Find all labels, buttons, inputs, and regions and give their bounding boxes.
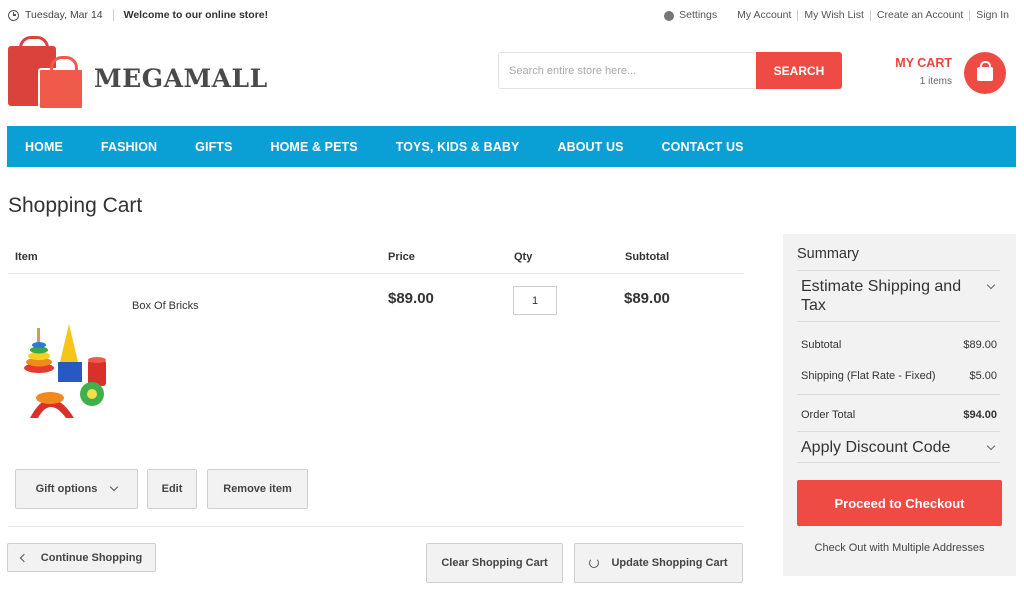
nav-toys-kids-baby[interactable]: TOYS, KIDS & BABY — [396, 140, 520, 154]
cart-button[interactable] — [964, 52, 1006, 94]
subtotal-label: Subtotal — [801, 339, 842, 351]
gift-options-label: Gift options — [35, 483, 98, 495]
cart-table-header: Item Price Qty Subtotal — [8, 244, 744, 274]
update-shopping-cart-button[interactable]: Update Shopping Cart — [574, 543, 743, 583]
cart-divider — [8, 526, 744, 527]
nav-home-pets[interactable]: HOME & PETS — [270, 140, 357, 154]
summary-subtotal-row: Subtotal $89.00 — [801, 339, 997, 351]
cart-count: 1 items — [919, 76, 952, 87]
summary-shipping-row: Shipping (Flat Rate - Fixed) $5.00 — [801, 370, 997, 382]
divider — [112, 9, 114, 21]
my-wish-list-link[interactable]: My Wish List — [798, 9, 870, 21]
summary-divider — [797, 394, 1000, 395]
nav-fashion[interactable]: FASHION — [101, 140, 157, 154]
subtotal-value: $89.00 — [963, 339, 997, 351]
summary-divider — [797, 321, 1000, 322]
remove-item-label: Remove item — [223, 483, 292, 495]
update-shopping-cart-label: Update Shopping Cart — [611, 557, 728, 569]
nav-contact-us[interactable]: CONTACT US — [662, 140, 744, 154]
top-bar: Tuesday, Mar 14 Welcome to our online st… — [0, 0, 1024, 32]
globe-icon — [664, 11, 675, 21]
create-account-link[interactable]: Create an Account — [871, 9, 969, 21]
mini-cart[interactable]: MY CART 1 items — [880, 52, 1010, 96]
edit-label: Edit — [161, 483, 183, 495]
estimate-shipping-title[interactable]: Estimate Shipping and Tax — [801, 277, 976, 315]
my-account-link[interactable]: My Account — [731, 9, 797, 21]
summary-divider — [797, 431, 1000, 432]
brand-name: MEGAMALL — [94, 64, 268, 93]
settings-label: Settings — [679, 9, 718, 21]
summary-divider — [797, 462, 1000, 463]
current-date: Tuesday, Mar 14 — [25, 9, 103, 21]
summary-title: Summary — [797, 246, 860, 262]
clear-shopping-cart-button[interactable]: Clear Shopping Cart — [426, 543, 563, 583]
top-bar-links: Settings My Account My Wish List Create … — [658, 9, 1015, 21]
nav-gifts[interactable]: GIFTS — [195, 140, 232, 154]
cart-item-name[interactable]: Box Of Bricks — [132, 300, 199, 312]
product-image[interactable] — [22, 320, 114, 420]
shopping-bag-icon — [38, 56, 84, 110]
nav-about-us[interactable]: ABOUT US — [557, 140, 623, 154]
apply-discount-title[interactable]: Apply Discount Code — [801, 438, 976, 457]
nav-home[interactable]: HOME — [25, 140, 63, 154]
order-total-label: Order Total — [801, 409, 856, 421]
shipping-label: Shipping (Flat Rate - Fixed) — [801, 370, 936, 382]
cart-item-price: $89.00 — [388, 290, 434, 307]
order-summary: Summary Estimate Shipping and Tax Subtot… — [783, 234, 1016, 576]
sign-in-link[interactable]: Sign In — [970, 9, 1015, 21]
continue-shopping-button[interactable]: Continue Shopping — [7, 543, 156, 572]
continue-shopping-label: Continue Shopping — [40, 551, 143, 564]
site-logo[interactable]: MEGAMALL — [8, 34, 268, 110]
settings-link[interactable]: Settings — [658, 9, 717, 21]
search-input[interactable] — [498, 52, 756, 89]
main-nav: HOME FASHION GIFTS HOME & PETS TOYS, KID… — [7, 126, 1016, 167]
column-header-price: Price — [388, 251, 415, 263]
top-bar-left: Tuesday, Mar 14 Welcome to our online st… — [8, 9, 268, 21]
chevron-down-icon[interactable] — [986, 441, 996, 451]
order-total-value: $94.00 — [963, 409, 997, 421]
column-header-subtotal: Subtotal — [625, 251, 669, 263]
welcome-message: Welcome to our online store! — [123, 9, 269, 21]
multiple-addresses-link[interactable]: Check Out with Multiple Addresses — [783, 542, 1016, 554]
shipping-value: $5.00 — [969, 370, 997, 382]
gift-options-button[interactable]: Gift options — [15, 469, 138, 509]
edit-button[interactable]: Edit — [147, 469, 197, 509]
proceed-to-checkout-button[interactable]: Proceed to Checkout — [797, 480, 1002, 526]
chevron-left-icon — [19, 553, 29, 562]
search-button[interactable]: SEARCH — [756, 52, 842, 89]
quantity-input[interactable] — [513, 286, 557, 315]
chevron-down-icon — [110, 482, 119, 492]
refresh-icon — [589, 558, 600, 568]
bag-icon — [977, 61, 993, 81]
search-bar: SEARCH — [498, 52, 842, 89]
column-header-item: Item — [15, 251, 38, 263]
clear-shopping-cart-label: Clear Shopping Cart — [441, 557, 548, 569]
cart-title: MY CART — [895, 56, 952, 70]
remove-item-button[interactable]: Remove item — [207, 469, 308, 509]
column-header-qty: Qty — [514, 251, 533, 263]
page-title: Shopping Cart — [8, 194, 143, 217]
summary-total-row: Order Total $94.00 — [801, 409, 997, 421]
cart-item-subtotal: $89.00 — [624, 290, 670, 307]
clock-icon — [8, 9, 19, 21]
